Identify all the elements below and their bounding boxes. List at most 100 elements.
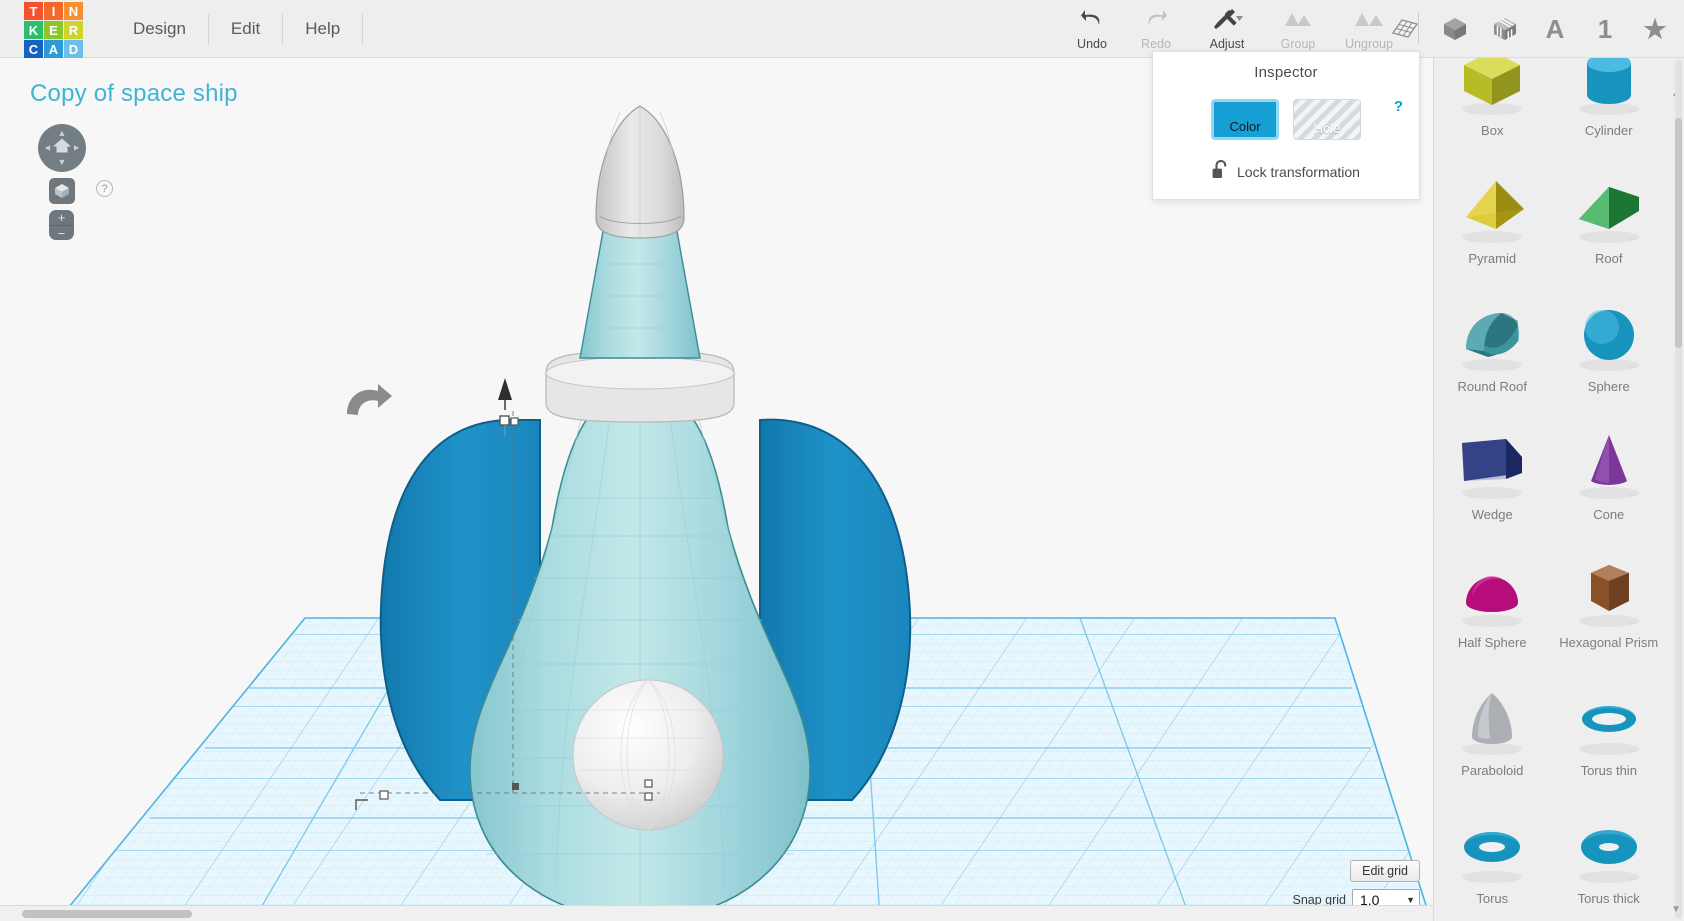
logo-tile-c-6: C xyxy=(24,40,43,58)
tinkercad-app: TINKERCAD Design Edit Help Undo Redo Adj… xyxy=(0,0,1684,921)
lock-transformation-row[interactable]: Lock transformation xyxy=(1153,159,1419,184)
shape-item-tube-thin[interactable]: Tube thin xyxy=(1434,912,1551,921)
panel-scrollbar-thumb[interactable] xyxy=(1675,118,1682,348)
redo-icon xyxy=(1124,6,1188,32)
home-icon[interactable] xyxy=(52,137,72,160)
tinkercad-logo[interactable]: TIN KER CAD xyxy=(24,2,83,58)
ruler-cube-icon[interactable] xyxy=(1488,12,1522,46)
shape-label: Torus thin xyxy=(1580,763,1637,778)
inspector-title: Inspector xyxy=(1254,64,1318,81)
cylinder-icon xyxy=(1551,58,1668,121)
orbit-right-icon[interactable]: ► xyxy=(72,143,81,153)
design-title[interactable]: Copy of space ship xyxy=(30,80,238,108)
shape-item-hexagonal-prism[interactable]: Hexagonal Prism xyxy=(1551,528,1668,650)
logo-tile-n-2: N xyxy=(64,2,83,20)
zoom-in-button[interactable]: + xyxy=(49,210,74,225)
grid-controls: Edit grid Snap grid 1.0 ▼ xyxy=(1292,860,1420,911)
group-button[interactable]: Group xyxy=(1266,0,1330,51)
unlock-icon xyxy=(1212,159,1228,184)
adjust-button[interactable]: Adjust xyxy=(1188,0,1266,51)
paraboloid-icon xyxy=(1434,677,1551,761)
zoom-out-button[interactable]: − xyxy=(49,225,74,240)
number-one-icon[interactable]: 1 xyxy=(1588,12,1622,46)
torusthick-icon xyxy=(1551,805,1668,889)
menu-item-edit[interactable]: Edit xyxy=(209,0,282,58)
logo-tile-e-4: E xyxy=(44,21,63,39)
shape-item-box[interactable]: Box xyxy=(1434,58,1551,138)
menu-item-help[interactable]: Help xyxy=(283,0,362,58)
hexprism-icon xyxy=(1551,549,1668,633)
shape-label: Hexagonal Prism xyxy=(1559,635,1659,650)
roof-icon xyxy=(1551,165,1668,249)
view-orbit-disc[interactable]: ▲ ▼ ◄ ► xyxy=(38,124,86,172)
shape-item-cone[interactable]: Cone xyxy=(1551,400,1668,522)
group-icon xyxy=(1266,6,1330,32)
shape-item-cylinder[interactable]: Cylinder xyxy=(1551,58,1668,138)
shape-item-round-roof[interactable]: Round Roof xyxy=(1434,272,1551,394)
view-navigation-widget: ▲ ▼ ◄ ► + − xyxy=(38,124,86,240)
logo-tile-i-1: I xyxy=(44,2,63,20)
shape-item-wedge[interactable]: Wedge xyxy=(1434,400,1551,522)
fit-to-view-button[interactable] xyxy=(49,178,75,204)
shape-label: Pyramid xyxy=(1468,251,1517,266)
shape-item-torus-thin[interactable]: Torus thin xyxy=(1551,656,1668,778)
undo-label: Undo xyxy=(1077,37,1107,51)
shape-label: Torus thick xyxy=(1577,891,1640,906)
menu-divider-2 xyxy=(362,14,364,44)
shape-label: Wedge xyxy=(1471,507,1513,522)
edit-grid-button[interactable]: Edit grid xyxy=(1350,860,1420,882)
wedge-icon xyxy=(1434,421,1551,505)
workplane-icon[interactable] xyxy=(1388,12,1422,46)
shape-item-torus[interactable]: Torus xyxy=(1434,784,1551,906)
shapes-grid: Box Cylinder Pyramid Roof Round Roof Sphere We… xyxy=(1434,58,1667,921)
shapes-panel: ❯ BoxCylinderPyramidRoofRound RoofSphere… xyxy=(1433,58,1684,921)
box-icon xyxy=(1434,58,1551,121)
group-label: Group xyxy=(1280,37,1316,51)
hole-swatch-label: Hole xyxy=(1313,121,1341,136)
torusthin-icon xyxy=(1551,677,1668,761)
shape-label: Round Roof xyxy=(1457,379,1527,394)
text-a-icon[interactable]: A xyxy=(1538,12,1572,46)
adjust-label: Adjust xyxy=(1209,37,1245,51)
lock-transformation-label: Lock transformation xyxy=(1237,164,1360,180)
pyramid-icon xyxy=(1434,165,1551,249)
star-icon[interactable]: ★ xyxy=(1638,12,1672,46)
shape-item-tube[interactable]: Tube xyxy=(1551,912,1668,921)
bottom-scroll-strip xyxy=(0,905,1433,921)
view-icon-bar: A 1 ★ xyxy=(1388,0,1672,58)
shape-label: Cylinder xyxy=(1584,123,1633,138)
logo-tile-k-3: K xyxy=(24,21,43,39)
shape-item-torus-thick[interactable]: Torus thick xyxy=(1551,784,1668,906)
main-menu: Design Edit Help xyxy=(111,0,364,58)
zoom-controls: + − xyxy=(49,210,74,240)
menu-item-design[interactable]: Design xyxy=(111,0,208,58)
shape-item-sphere[interactable]: Sphere xyxy=(1551,272,1668,394)
inspector-help-icon[interactable]: ? xyxy=(1394,98,1403,115)
color-swatch-label: Color xyxy=(1229,119,1261,134)
hole-swatch-button[interactable]: Hole xyxy=(1293,99,1361,140)
shape-label: Cone xyxy=(1593,507,1625,522)
horizontal-scrollbar[interactable] xyxy=(22,910,192,918)
undo-button[interactable]: Undo xyxy=(1060,0,1124,51)
shape-label: Box xyxy=(1481,123,1504,138)
color-swatch-button[interactable]: Color xyxy=(1211,99,1279,140)
inspector-panel: Inspector ? Color Hole Lock transformati… xyxy=(1152,51,1420,200)
logo-tile-r-5: R xyxy=(64,21,83,39)
shape-item-half-sphere[interactable]: Half Sphere xyxy=(1434,528,1551,650)
roundroof-icon xyxy=(1434,293,1551,377)
shape-item-paraboloid[interactable]: Paraboloid xyxy=(1434,656,1551,778)
panel-scroll-down-icon[interactable]: ▼ xyxy=(1671,904,1681,915)
redo-button[interactable]: Redo xyxy=(1124,0,1188,51)
solid-cube-icon[interactable] xyxy=(1438,12,1472,46)
logo-tile-t-0: T xyxy=(24,2,43,20)
orbit-left-icon[interactable]: ◄ xyxy=(43,143,52,153)
undo-icon xyxy=(1060,6,1124,32)
shape-item-roof[interactable]: Roof xyxy=(1551,144,1668,266)
shape-label: Sphere xyxy=(1587,379,1630,394)
shape-item-pyramid[interactable]: Pyramid xyxy=(1434,144,1551,266)
adjust-icon xyxy=(1188,6,1266,32)
canvas-help-icon[interactable]: ? xyxy=(96,180,113,197)
logo-tile-a-7: A xyxy=(44,40,63,58)
cone-icon xyxy=(1551,421,1668,505)
shape-label: Roof xyxy=(1595,251,1623,266)
